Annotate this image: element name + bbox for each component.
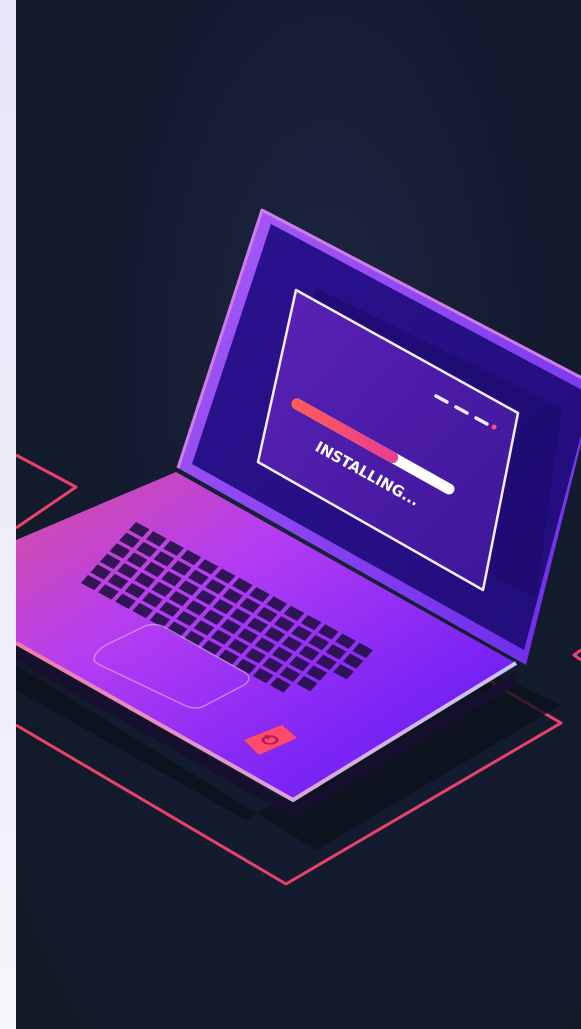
illustration-svg: INSTALLING... [16, 208, 581, 886]
laptop-installing-illustration: INSTALLING... [16, 0, 581, 1029]
page: INSTALLING... [0, 0, 581, 1029]
window-control-dot [491, 424, 497, 430]
